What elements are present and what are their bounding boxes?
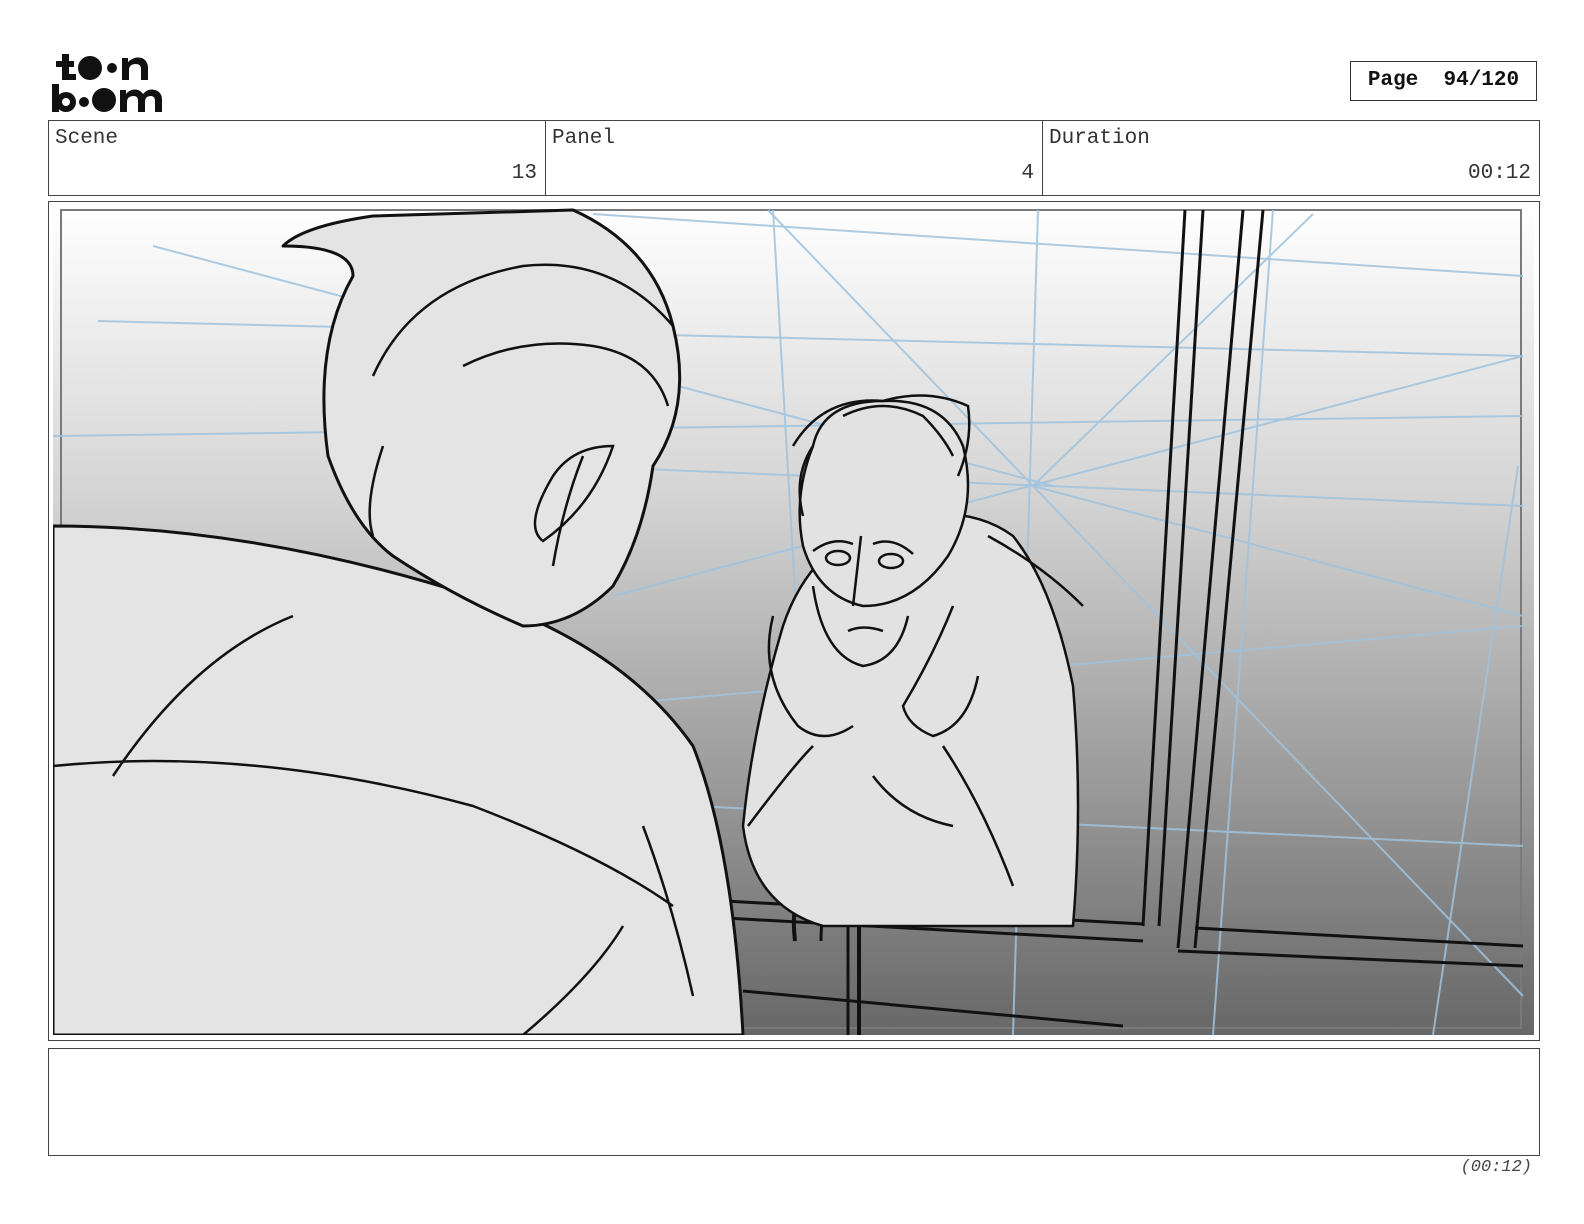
panel-label: Panel [552, 127, 616, 150]
page-label: Page [1367, 69, 1419, 92]
panel-cell: Panel 4 [546, 121, 1043, 195]
duration-cell: Duration 00:12 [1043, 121, 1539, 195]
page-number: 94/120 [1443, 69, 1520, 92]
panel-notes [48, 1048, 1540, 1156]
scene-label: Scene [55, 127, 119, 150]
scene-value: 13 [511, 162, 537, 185]
logo-graphic [52, 54, 162, 112]
storyboard-sketch [53, 206, 1534, 1035]
page-indicator: Page 94/120 [1350, 61, 1537, 101]
duration-value: 00:12 [1467, 162, 1531, 185]
footer-duration: (00:12) [1460, 1158, 1532, 1177]
panel-value: 4 [1021, 162, 1034, 185]
duration-label: Duration [1049, 127, 1150, 150]
toonboom-logo [50, 50, 166, 114]
storyboard-panel [48, 201, 1540, 1041]
scene-cell: Scene 13 [49, 121, 546, 195]
panel-info-header: Scene 13 Panel 4 Duration 00:12 [48, 120, 1540, 196]
